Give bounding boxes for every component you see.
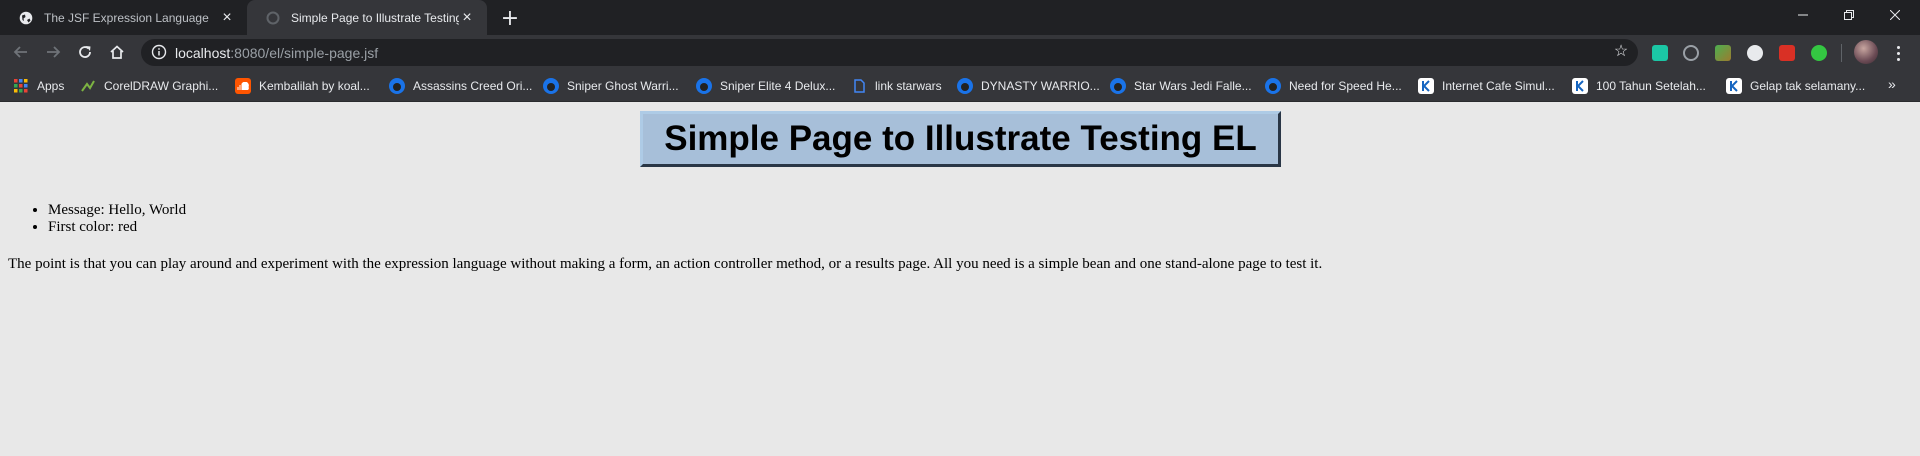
tab-title: Simple Page to Illustrate Testing EL — [291, 10, 459, 25]
k-site-icon — [1726, 78, 1742, 94]
page-title: Simple Page to Illustrate Testing EL — [664, 119, 1257, 158]
list-item-message: Message: Hello, World — [48, 202, 186, 219]
bookmark-sniper-elite[interactable]: Sniper Elite 4 Delux... — [696, 77, 835, 95]
bookmark-label: 100 Tahun Setelah... — [1596, 79, 1706, 93]
bookmarks-bar: Apps CorelDRAW Graphi... Kembalilah by k… — [0, 70, 1920, 102]
extension-thumbs-up-icon[interactable] — [1811, 45, 1827, 61]
bookmark-need-for-speed[interactable]: Need for Speed He... — [1265, 77, 1402, 95]
game-site-icon — [696, 78, 712, 94]
minimize-icon[interactable] — [1780, 0, 1826, 30]
bookmark-star-icon[interactable]: ☆ — [1612, 43, 1630, 61]
bookmark-label: Internet Cafe Simul... — [1442, 79, 1555, 93]
extension-n-icon[interactable] — [1652, 45, 1668, 61]
bookmarks-overflow-button[interactable]: » — [1888, 76, 1896, 92]
page-title-box: Simple Page to Illustrate Testing EL — [640, 111, 1281, 167]
bookmark-label: Star Wars Jedi Falle... — [1134, 79, 1252, 93]
close-window-icon[interactable] — [1872, 0, 1918, 30]
bookmark-star-wars-jedi[interactable]: Star Wars Jedi Falle... — [1110, 77, 1252, 95]
toolbar-divider — [1841, 44, 1842, 62]
game-site-icon — [957, 78, 973, 94]
bookmark-gelap-tak-selamanya[interactable]: Gelap tak selamany... — [1726, 77, 1865, 95]
tab-simple-page[interactable]: Simple Page to Illustrate Testing EL × — [247, 0, 487, 35]
corel-icon — [80, 78, 96, 94]
bookmark-label: DYNASTY WARRIO... — [981, 79, 1100, 93]
tab-title: The JSF Expression Language — [44, 10, 209, 25]
tab-jsf-expression-language[interactable]: The JSF Expression Language × — [0, 0, 247, 35]
loading-icon — [265, 10, 281, 26]
url-host: localhost — [175, 45, 231, 61]
forward-arrow-icon[interactable] — [39, 38, 67, 66]
reload-icon[interactable] — [71, 38, 99, 66]
extension-tree-icon[interactable] — [1715, 45, 1731, 61]
bookmark-label: Kembalilah by koal... — [259, 79, 370, 93]
bookmark-apps[interactable]: Apps — [13, 77, 64, 95]
address-bar[interactable]: localhost:8080/el/simple-page.jsf ☆ — [141, 39, 1638, 66]
bookmark-sniper-ghost[interactable]: Sniper Ghost Warri... — [543, 77, 679, 95]
bookmark-label: CorelDRAW Graphi... — [104, 79, 219, 93]
extension-record-icon[interactable] — [1747, 45, 1763, 61]
tab-strip: The JSF Expression Language × Simple Pag… — [0, 0, 1920, 35]
avatar[interactable] — [1854, 40, 1878, 64]
bookmark-100-tahun[interactable]: 100 Tahun Setelah... — [1572, 77, 1706, 95]
bookmark-dynasty-warriors[interactable]: DYNASTY WARRIO... — [957, 77, 1100, 95]
bookmark-label: Assassins Creed Ori... — [413, 79, 533, 93]
k-site-icon — [1572, 78, 1588, 94]
bookmark-label: link starwars — [875, 79, 942, 93]
address-url[interactable]: localhost:8080/el/simple-page.jsf — [175, 45, 378, 61]
game-site-icon — [389, 78, 405, 94]
page-content: Simple Page to Illustrate Testing EL Mes… — [0, 103, 1920, 456]
globe-icon — [18, 10, 34, 26]
close-tab-icon[interactable]: × — [219, 9, 235, 26]
extension-ghost-icon[interactable] — [1683, 45, 1699, 61]
new-tab-button[interactable]: + — [496, 4, 524, 32]
k-site-icon — [1418, 78, 1434, 94]
document-link-icon — [851, 78, 867, 94]
bookmark-coreldraw[interactable]: CorelDRAW Graphi... — [80, 77, 218, 95]
game-site-icon — [543, 78, 559, 94]
extension-video-icon[interactable] — [1779, 45, 1795, 61]
bookmark-label: Sniper Elite 4 Delux... — [720, 79, 836, 93]
bookmark-label: Need for Speed He... — [1289, 79, 1402, 93]
close-tab-icon[interactable]: × — [459, 9, 475, 26]
bookmark-label: Sniper Ghost Warri... — [567, 79, 679, 93]
back-arrow-icon[interactable] — [7, 38, 35, 66]
bookmark-assassins-creed[interactable]: Assassins Creed Ori... — [389, 77, 532, 95]
soundcloud-icon — [235, 78, 251, 94]
bookmark-label: Apps — [37, 79, 65, 93]
list-item-first-color: First color: red — [48, 219, 186, 236]
more-menu-icon[interactable] — [1890, 43, 1906, 63]
url-path: :8080/el/simple-page.jsf — [230, 45, 379, 61]
restore-icon[interactable] — [1826, 0, 1872, 30]
game-site-icon — [1110, 78, 1126, 94]
bookmark-link-starwars[interactable]: link starwars — [851, 77, 942, 95]
value-list: Message: Hello, World First color: red — [48, 202, 186, 236]
home-icon[interactable] — [103, 38, 131, 66]
browser-toolbar: localhost:8080/el/simple-page.jsf ☆ — [0, 35, 1920, 70]
apps-grid-icon — [13, 78, 29, 94]
bookmark-kembalilah[interactable]: Kembalilah by koal... — [235, 77, 370, 95]
bookmark-label: Gelap tak selamany... — [1750, 79, 1866, 93]
info-icon[interactable] — [151, 44, 167, 60]
bookmark-internet-cafe[interactable]: Internet Cafe Simul... — [1418, 77, 1555, 95]
game-site-icon — [1265, 78, 1281, 94]
explanation-paragraph: The point is that you can play around an… — [8, 256, 1323, 272]
